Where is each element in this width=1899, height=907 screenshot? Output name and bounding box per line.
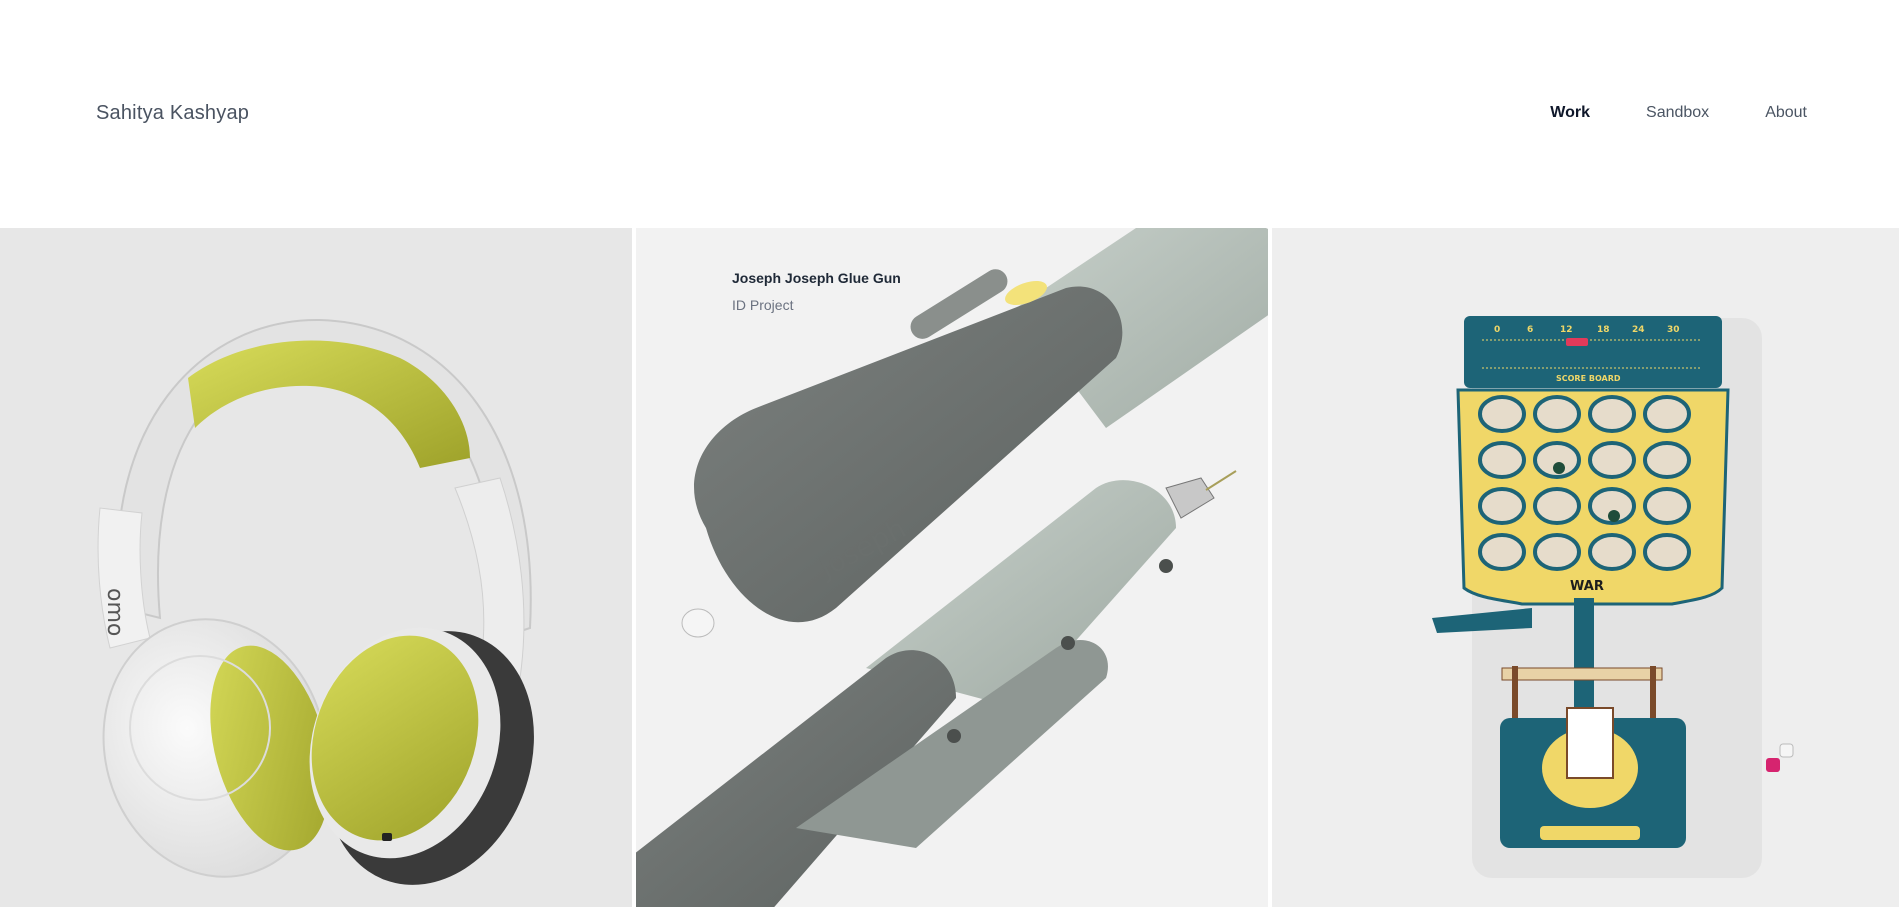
board-game-image: 0 6 12 18 24 30 SCORE BOARD WAR: [1432, 316, 1794, 878]
project-card-board-game[interactable]: 0 6 12 18 24 30 SCORE BOARD WAR: [1272, 228, 1899, 907]
brand-mark-text: omo: [102, 588, 127, 636]
glue-gun-image: Joseph: [636, 228, 1268, 907]
score-tick-6: 6: [1527, 325, 1533, 335]
score-tick-24: 24: [1632, 325, 1645, 335]
project-card-glue-gun[interactable]: Joseph Joseph Joseph Glue Gun ID Project: [636, 228, 1268, 907]
project-subtitle: ID Project: [732, 297, 794, 313]
project-card-headphones[interactable]: omo: [0, 228, 632, 907]
nav-about-link[interactable]: About: [1765, 104, 1807, 122]
score-tick-18: 18: [1597, 325, 1610, 335]
project-title[interactable]: Joseph Joseph Glue Gun: [732, 270, 901, 286]
nav-sandbox-link[interactable]: Sandbox: [1646, 104, 1709, 122]
headphones-image: omo: [97, 318, 534, 885]
war-logo-text: WAR: [1570, 579, 1604, 594]
project-grid: omo Joseph Joseph Joseph Glue Gun ID Pro…: [0, 228, 1899, 907]
main-nav: Work Sandbox About: [1550, 104, 1807, 122]
score-tick-12: 12: [1560, 325, 1573, 335]
score-tick-30: 30: [1667, 325, 1680, 335]
score-tick-0: 0: [1494, 325, 1500, 335]
project-caption: Joseph Joseph Glue Gun ID Project: [732, 270, 901, 313]
score-board-label: SCORE BOARD: [1556, 374, 1621, 383]
site-brand-link[interactable]: Sahitya Kashyap: [96, 102, 249, 125]
nav-work-link[interactable]: Work: [1550, 104, 1590, 122]
site-header: Sahitya Kashyap Work Sandbox About: [0, 0, 1899, 228]
